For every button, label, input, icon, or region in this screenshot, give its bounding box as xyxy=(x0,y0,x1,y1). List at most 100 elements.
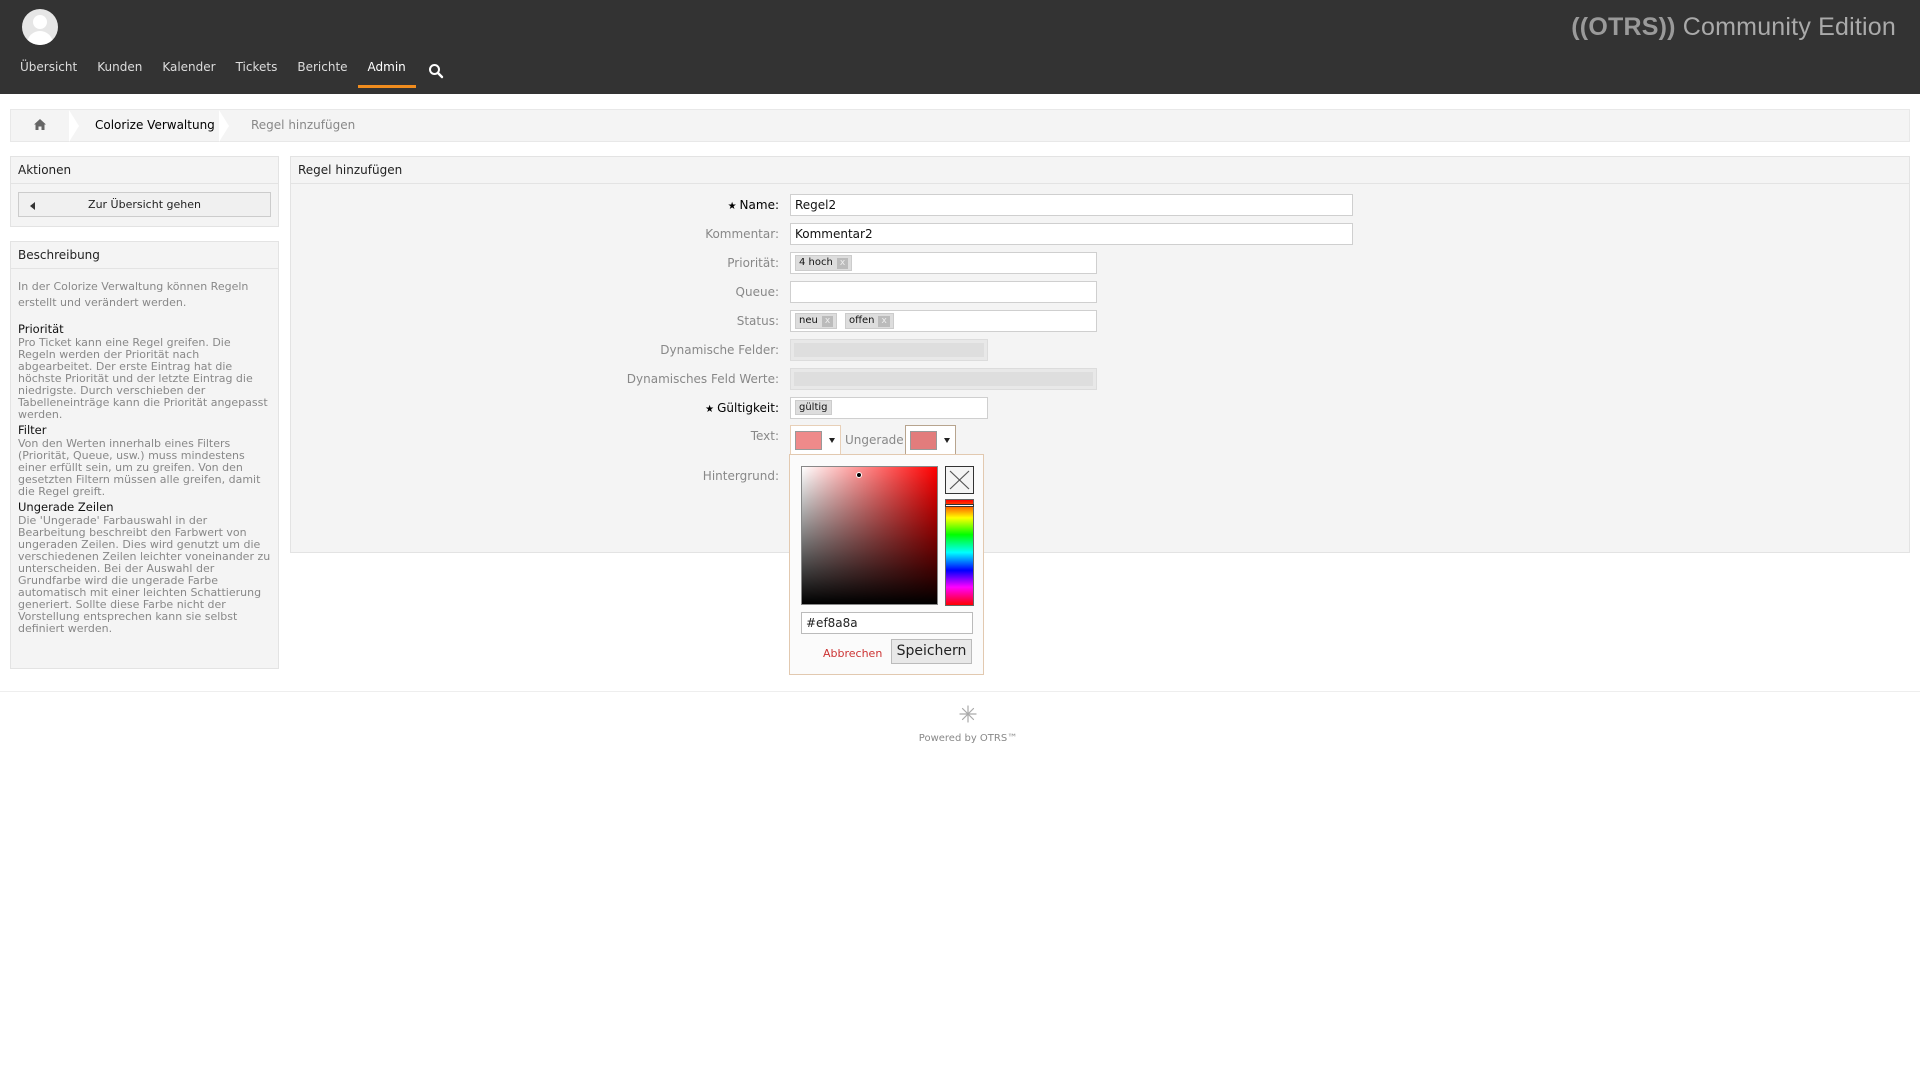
description-text-odd-rows: Die 'Ungerade' Farbauswahl in der Bearbe… xyxy=(18,514,271,635)
cancel-link[interactable]: Abbrechen xyxy=(823,647,882,660)
row-background-color: Hintergrund: xyxy=(291,465,1909,487)
nav-item-reports[interactable]: Berichte xyxy=(287,54,357,88)
comment-label: Kommentar: xyxy=(705,227,779,241)
row-text-color: Text: Ungerade: xyxy=(291,425,1909,457)
row-queue: Queue: xyxy=(291,281,1909,303)
description-text-priority: Pro Ticket kann eine Regel greifen. Die … xyxy=(18,336,268,421)
nav-item-tickets[interactable]: Tickets xyxy=(226,54,288,88)
add-rule-widget: Regel hinzufügen ★ Name: Regel2 Kommentar… xyxy=(290,156,1910,553)
description-title: Beschreibung xyxy=(11,242,278,269)
description-text-filter: Von den Werten innerhalb eines Filters (… xyxy=(18,437,261,498)
hue-slider[interactable] xyxy=(945,499,974,606)
row-name: ★ Name: Regel2 xyxy=(291,194,1909,216)
color-selector-handle[interactable] xyxy=(856,472,862,478)
hex-color-input[interactable]: #ef8a8a xyxy=(801,612,973,634)
row-dynamic-fields: Dynamische Felder: xyxy=(291,339,1909,361)
status-tag: offen x xyxy=(844,313,894,329)
breadcrumb-separator xyxy=(219,110,229,142)
dynamic-fields-label: Dynamische Felder: xyxy=(660,343,779,357)
hue-slider-handle[interactable] xyxy=(945,504,974,507)
breadcrumb-home[interactable] xyxy=(11,110,69,141)
description-heading-priority: Priorität xyxy=(18,322,64,336)
odd-color-swatch xyxy=(910,431,937,450)
priority-tag: 4 hoch x xyxy=(795,255,853,271)
text-color-swatch xyxy=(795,431,822,450)
back-to-overview-button[interactable]: Zur Übersicht gehen xyxy=(18,192,271,217)
breadcrumb-separator xyxy=(69,110,79,142)
required-star-icon: ★ xyxy=(705,404,715,415)
add-rule-title: Regel hinzufügen xyxy=(291,157,1909,184)
back-button-label: Zur Übersicht gehen xyxy=(88,198,201,211)
description-heading-filter: Filter xyxy=(18,423,47,437)
comment-input[interactable]: Kommentar2 xyxy=(790,223,1353,245)
priority-multiselect[interactable]: 4 hoch x xyxy=(790,252,1097,274)
breadcrumb-current: Regel hinzufügen xyxy=(251,118,356,132)
user-avatar[interactable] xyxy=(22,9,58,45)
main-nav: Übersicht Kunden Kalender Tickets Berich… xyxy=(10,54,456,94)
tag-remove-icon[interactable]: x xyxy=(878,316,890,327)
breadcrumb: Colorize Verwaltung Regel hinzufügen xyxy=(10,109,1910,142)
odd-color-label: Ungerade: xyxy=(845,433,908,447)
validity-label-text: Gültigkeit: xyxy=(717,401,779,415)
queue-label: Queue: xyxy=(735,285,779,299)
row-status: Status: neu x offen x xyxy=(291,310,1909,332)
description-heading-odd-rows: Ungerade Zeilen xyxy=(18,500,114,514)
caret-down-icon xyxy=(944,438,950,443)
tag-remove-icon[interactable]: x xyxy=(821,316,834,327)
validity-label: ★ Gültigkeit: xyxy=(705,401,779,415)
description-intro: In der Colorize Verwaltung können Regeln… xyxy=(18,280,249,309)
row-priority: Priorität: 4 hoch x xyxy=(291,252,1909,274)
nav-item-calendar[interactable]: Kalender xyxy=(152,54,225,88)
brand-prefix: ((OTRS)) xyxy=(1571,13,1676,41)
name-label-text: Name: xyxy=(739,198,779,212)
footer-divider xyxy=(0,691,1920,692)
caret-down-icon xyxy=(829,438,835,443)
dynamic-fields-select xyxy=(790,339,988,361)
powered-by-text: Powered by OTRS™ xyxy=(918,733,1018,744)
required-star-icon: ★ xyxy=(727,201,737,212)
close-icon xyxy=(949,470,970,490)
odd-color-picker-button[interactable] xyxy=(905,425,956,455)
status-tag: neu x xyxy=(795,313,838,329)
priority-tag-label: 4 hoch xyxy=(799,257,833,268)
otrs-star-icon xyxy=(958,704,978,727)
actions-widget: Aktionen Zur Übersicht gehen xyxy=(10,156,279,227)
dynamic-values-label: Dynamisches Feld Werte: xyxy=(626,372,779,386)
validity-select[interactable]: gültig xyxy=(790,397,988,419)
saturation-value-area[interactable] xyxy=(801,466,938,605)
avatar-head-shape xyxy=(33,15,47,29)
name-input[interactable]: Regel2 xyxy=(790,194,1353,216)
top-header: ((OTRS)) Community Edition Übersicht Kun… xyxy=(0,0,1920,94)
caret-left-icon xyxy=(30,202,35,210)
status-tag-label: neu xyxy=(799,315,818,326)
nav-search[interactable] xyxy=(416,54,456,88)
row-dynamic-values: Dynamisches Feld Werte: xyxy=(291,368,1909,390)
status-multiselect[interactable]: neu x offen x xyxy=(790,310,1097,332)
search-icon xyxy=(428,64,443,79)
status-tag-label: offen xyxy=(848,315,875,326)
nav-item-admin[interactable]: Admin xyxy=(357,54,417,88)
save-button[interactable]: Speichern xyxy=(891,639,972,664)
breadcrumb-colorize[interactable]: Colorize Verwaltung xyxy=(95,118,215,132)
background-color-label: Hintergrund: xyxy=(702,469,779,483)
name-label: ★ Name: xyxy=(728,198,779,212)
avatar-body-shape xyxy=(27,31,53,45)
text-color-label: Text: xyxy=(750,429,779,443)
description-body: In der Colorize Verwaltung können Regeln… xyxy=(11,269,278,635)
description-widget: Beschreibung In der Colorize Verwaltung … xyxy=(10,241,279,669)
text-color-picker-button[interactable] xyxy=(790,425,841,455)
nav-item-customers[interactable]: Kunden xyxy=(87,54,152,88)
brand-suffix: Community Edition xyxy=(1682,13,1896,41)
close-picker-button[interactable] xyxy=(945,466,974,494)
home-icon xyxy=(34,119,46,130)
color-picker-popup: #ef8a8a Abbrechen Speichern xyxy=(789,454,984,675)
brand-logo: ((OTRS)) Community Edition xyxy=(1571,13,1896,42)
validity-tag: gültig xyxy=(795,400,832,415)
nav-item-overview[interactable]: Übersicht xyxy=(10,54,87,88)
actions-title: Aktionen xyxy=(11,157,278,184)
row-comment: Kommentar: Kommentar2 xyxy=(291,223,1909,245)
queue-multiselect[interactable] xyxy=(790,281,1097,303)
tag-remove-icon[interactable]: x xyxy=(836,258,849,269)
dynamic-values-select xyxy=(790,368,1097,390)
row-validity: ★ Gültigkeit: gültig xyxy=(291,397,1909,419)
